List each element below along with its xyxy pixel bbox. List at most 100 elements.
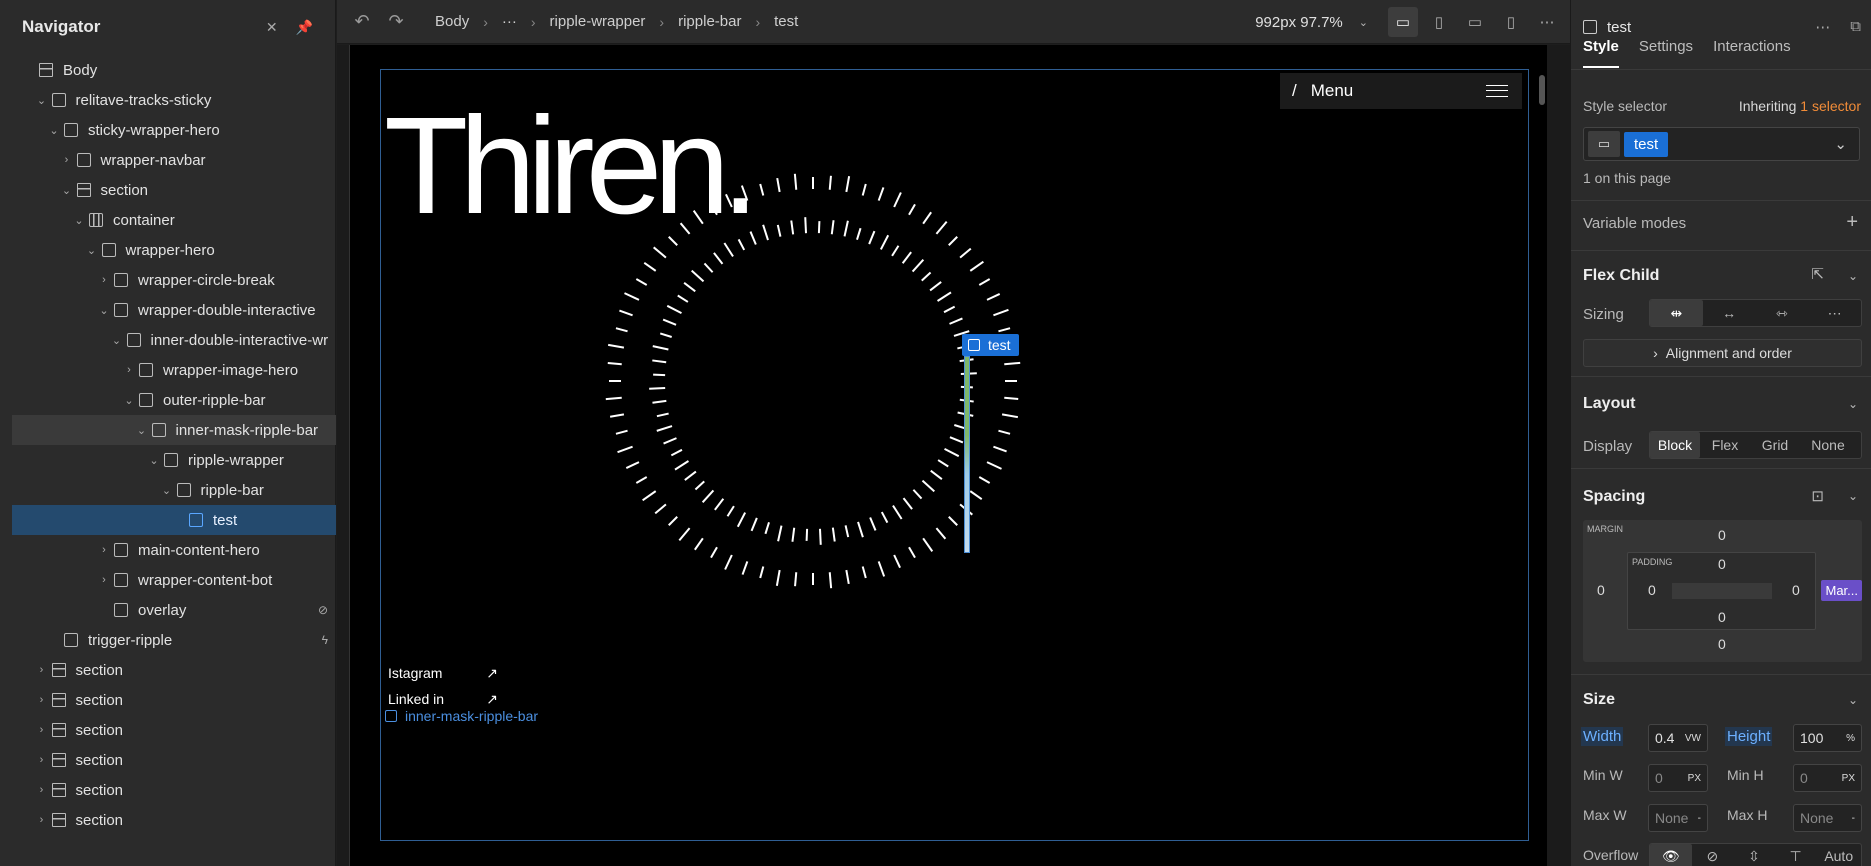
chevron-right-icon[interactable]: › [60,154,74,166]
chevron-down-icon[interactable]: ⌄ [135,424,149,437]
margin-right-variable[interactable]: Mar... [1821,580,1862,601]
navigator-item[interactable]: › section [0,805,336,835]
more-icon[interactable]: ⋯ [1815,18,1830,36]
navigator-item[interactable]: ⌄ inner-double-interactive-wr [0,325,336,355]
pin-icon[interactable]: 📌 [296,19,313,36]
tab-settings[interactable]: Settings [1639,36,1693,69]
hidden-icon[interactable]: ⊘ [1692,844,1734,866]
min-height-input[interactable]: 0 PX [1793,764,1862,792]
plus-icon[interactable]: + [1846,211,1858,234]
display-option-block[interactable]: Block [1650,432,1700,458]
tab-interactions[interactable]: Interactions [1713,36,1791,69]
navigator-item[interactable]: overlay ⊘ [0,595,336,625]
navigator-item[interactable]: › section [0,685,336,715]
clip-icon[interactable]: ⊤ [1775,844,1817,866]
chevron-right-icon[interactable]: › [97,574,111,586]
navigator-item[interactable]: ⌄ outer-ripple-bar [0,385,336,415]
chevron-right-icon[interactable]: › [35,814,49,826]
chevron-right-icon[interactable]: › [35,694,49,706]
navigator-item[interactable]: Body [0,55,336,85]
chevron-down-icon[interactable]: ⌄ [97,304,111,317]
chevron-down-icon[interactable]: ⌄ [1848,693,1858,707]
navigator-item[interactable]: ⌄ inner-mask-ripple-bar [12,415,336,445]
navigator-item[interactable]: ⌄ relitave-tracks-sticky [0,85,336,115]
desktop-breakpoint-icon[interactable]: ▭ [1388,7,1418,37]
selected-element-tag[interactable]: test [962,334,1019,356]
chevron-right-icon[interactable]: › [35,664,49,676]
no-shrink-icon[interactable]: ⇿ [1756,300,1809,326]
grow-icon[interactable]: ↔ [1703,300,1756,326]
navigator-item[interactable]: › wrapper-navbar [0,145,336,175]
display-option-grid[interactable]: Grid [1750,432,1800,458]
chevron-right-icon[interactable]: › [35,724,49,736]
chevron-right-icon[interactable]: › [35,754,49,766]
navigator-item[interactable]: › wrapper-circle-break [0,265,336,295]
navigator-item[interactable]: › main-content-hero [0,535,336,565]
chevron-down-icon[interactable]: ⌄ [1834,135,1847,153]
navigator-item[interactable]: ⌄ wrapper-double-interactive [0,295,336,325]
test-ripple-bar[interactable] [964,356,970,553]
navigator-item[interactable]: › section [0,655,336,685]
chevron-down-icon[interactable]: ⌄ [35,94,49,107]
navigator-item[interactable]: › wrapper-image-hero [0,355,336,385]
navigator-item[interactable]: test [12,505,336,535]
selector-state-icon[interactable]: ▭ [1588,131,1620,157]
chevron-right-icon[interactable]: › [97,274,111,286]
mobile-portrait-icon[interactable]: ▯ [1496,7,1526,37]
page-stage[interactable]: Thiren. / Menu test Istagram ↗ Linked in… [349,45,1547,866]
margin-bottom[interactable]: 0 [1718,636,1726,652]
chevron-right-icon[interactable]: › [35,784,49,796]
more-icon[interactable]: ⋯ [1808,300,1861,326]
style-selector-field[interactable]: ▭ test ⌄ [1583,127,1860,161]
canvas-scrollbar[interactable] [1539,75,1545,105]
spacing-preset-icon[interactable]: ⊡ [1811,487,1824,505]
navigator-item[interactable]: ⌄ section [0,175,336,205]
social-link-instagram[interactable]: Istagram ↗ [388,665,498,682]
chevron-down-icon[interactable]: ⌄ [85,244,99,257]
chevron-down-icon[interactable]: ⌄ [47,124,61,137]
padding-top[interactable]: 0 [1718,556,1726,572]
alignment-order-button[interactable]: › Alignment and order [1583,339,1862,367]
chevron-down-icon[interactable]: ⌄ [1359,16,1368,29]
scroll-icon[interactable]: ⇳ [1733,844,1775,866]
chevron-down-icon[interactable]: ⌄ [110,334,124,347]
margin-top[interactable]: 0 [1718,527,1726,543]
navigator-item[interactable]: ⌄ container [0,205,336,235]
navigator-item[interactable]: trigger-ripple ϟ [0,625,336,655]
display-option-flex[interactable]: Flex [1700,432,1750,458]
navigator-item[interactable]: ⌄ sticky-wrapper-hero [0,115,336,145]
chevron-right-icon[interactable]: › [97,544,111,556]
max-width-input[interactable]: None - [1648,804,1708,832]
chevron-down-icon[interactable]: ⌄ [160,484,174,497]
lightning-icon[interactable]: ϟ [322,633,328,647]
component-icon[interactable]: ⧉ [1850,18,1861,36]
padding-bottom[interactable]: 0 [1718,609,1726,625]
navigator-item[interactable]: ⌄ wrapper-hero [0,235,336,265]
margin-left[interactable]: 0 [1597,582,1605,598]
breadcrumb-item[interactable]: test [774,13,798,30]
navigator-item[interactable]: › section [0,745,336,775]
chevron-down-icon[interactable]: ⌄ [1848,489,1858,503]
undo-icon[interactable]: ↶ [345,11,379,32]
menu-button[interactable]: / Menu [1280,73,1522,109]
social-link-linkedin[interactable]: Linked in ↗ [388,691,498,708]
collapse-icon[interactable]: ✕ [266,19,278,36]
breadcrumb-item[interactable]: ··· [502,13,517,30]
navigator-item[interactable]: › wrapper-content-bot [0,565,336,595]
overflow-auto[interactable]: Auto [1816,844,1861,866]
tablet-icon[interactable]: ▯ [1424,7,1454,37]
chevron-down-icon[interactable]: ⌄ [1848,397,1858,411]
min-width-input[interactable]: 0 PX [1648,764,1708,792]
expand-icon[interactable]: ⇱ [1811,265,1824,283]
tab-style[interactable]: Style [1583,36,1619,68]
navigator-item[interactable]: ⌄ ripple-bar [0,475,336,505]
navigator-item[interactable]: ⌄ ripple-wrapper [0,445,336,475]
selector-chip[interactable]: test [1624,131,1669,157]
shrink-icon[interactable]: ⇹ [1650,300,1703,326]
max-height-input[interactable]: None - [1793,804,1862,832]
chevron-down-icon[interactable]: ⌄ [60,184,74,197]
navigator-item[interactable]: › section [0,715,336,745]
padding-left[interactable]: 0 [1648,582,1656,598]
chevron-right-icon[interactable]: › [122,364,136,376]
visible-icon[interactable]: 👁 [1650,844,1692,866]
